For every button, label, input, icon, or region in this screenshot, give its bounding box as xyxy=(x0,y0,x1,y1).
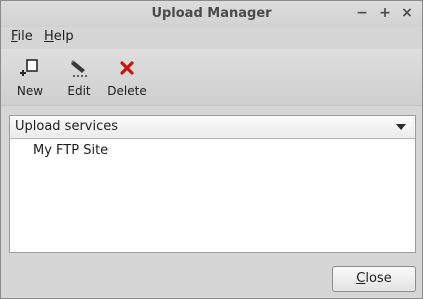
close-window-button[interactable]: × xyxy=(398,4,416,22)
help-mnemonic: H xyxy=(44,29,54,44)
delete-label: Delete xyxy=(107,84,147,98)
edit-label: Edit xyxy=(67,84,91,98)
help-label: elp xyxy=(53,29,74,44)
upload-services-dropdown[interactable]: Upload services xyxy=(10,116,415,139)
delete-button[interactable]: Delete xyxy=(105,57,149,101)
file-label: ile xyxy=(17,29,33,44)
menu-bar: File Help xyxy=(1,27,422,49)
close-mnemonic: C xyxy=(356,271,366,286)
minimize-button[interactable]: − xyxy=(353,4,371,22)
close-label: lose xyxy=(365,271,392,286)
edit-button[interactable]: Edit xyxy=(59,57,99,101)
menu-file[interactable]: File xyxy=(11,29,33,44)
new-label: New xyxy=(16,84,44,98)
new-button[interactable]: New xyxy=(9,57,51,101)
list-item[interactable]: My FTP Site xyxy=(33,143,108,158)
menu-help[interactable]: Help xyxy=(44,29,74,44)
title-bar[interactable]: Upload Manager − + × xyxy=(1,1,422,27)
new-item-icon xyxy=(19,57,41,79)
upload-manager-window: Upload Manager − + × File Help New Edit … xyxy=(0,0,423,299)
red-x-icon xyxy=(116,57,138,79)
pencil-icon xyxy=(68,57,90,79)
services-panel: Upload services My FTP Site xyxy=(9,115,416,253)
close-button[interactable]: Close xyxy=(332,266,416,292)
dropdown-selected-value: Upload services xyxy=(15,119,119,134)
toolbar: New Edit Delete xyxy=(1,49,422,106)
chevron-down-icon xyxy=(396,124,406,130)
maximize-button[interactable]: + xyxy=(376,4,394,22)
services-list: My FTP Site xyxy=(10,139,415,252)
